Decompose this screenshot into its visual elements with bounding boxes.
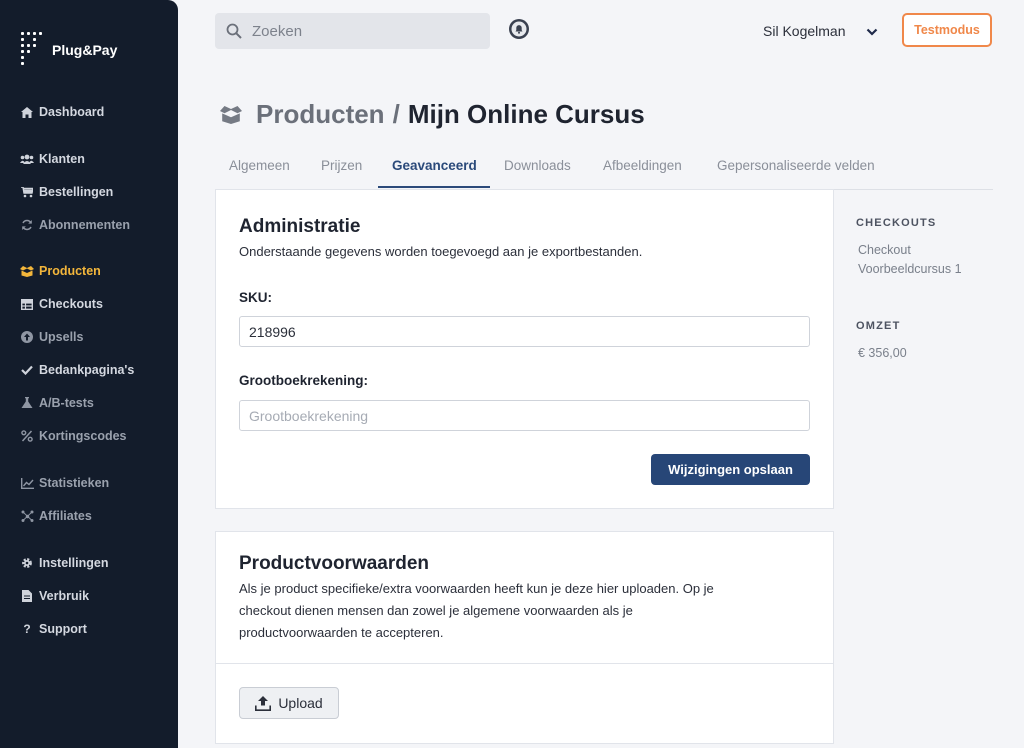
search-icon: [226, 23, 242, 39]
tab-gepersonaliseerde-velden[interactable]: Gepersonaliseerde velden: [717, 158, 875, 173]
divider: [216, 663, 833, 664]
description-line: productvoorwaarden te accepteren.: [239, 625, 444, 640]
description-line: Als je product specifieke/extra voorwaar…: [239, 581, 714, 596]
upload-button[interactable]: Upload: [239, 687, 339, 719]
sidebar-item-label: Klanten: [39, 152, 85, 166]
sku-field[interactable]: [239, 316, 810, 347]
tab-algemeen[interactable]: Algemeen: [229, 158, 290, 173]
administratie-card: Administratie Onderstaande gegevens word…: [215, 189, 834, 509]
sku-label: SKU:: [239, 290, 272, 305]
sidebar-item-ab-tests[interactable]: A/B-tests: [20, 396, 94, 410]
sidebar-item-label: Dashboard: [39, 105, 105, 119]
refresh-icon: [20, 218, 34, 232]
product-title: Mijn Online Cursus: [407, 99, 645, 129]
sidebar-item-verbruik[interactable]: Verbruik: [20, 589, 89, 603]
omzet-heading: OMZET: [856, 320, 901, 332]
logo-icon: [21, 32, 45, 68]
user-name[interactable]: Sil Kogelman: [763, 23, 846, 39]
cart-icon: [20, 185, 34, 199]
percent-icon: [20, 429, 34, 443]
sidebar-item-kortingscodes[interactable]: Kortingscodes: [20, 429, 127, 443]
sidebar-item-dashboard[interactable]: Dashboard: [20, 105, 104, 119]
sidebar-item-label: Bestellingen: [39, 185, 114, 199]
sidebar-item-bestellingen[interactable]: Bestellingen: [20, 185, 113, 199]
sidebar-item-klanten[interactable]: Klanten: [20, 152, 85, 166]
sidebar-item-checkouts[interactable]: Checkouts: [20, 297, 103, 311]
sidebar-item-instellingen[interactable]: Instellingen: [20, 556, 108, 570]
users-icon: [20, 152, 34, 166]
sidebar-item-label: Producten: [39, 264, 101, 278]
section-title: Productvoorwaarden: [239, 553, 430, 574]
tab-bar: Algemeen Prijzen Geavanceerd Downloads A…: [215, 148, 993, 190]
sidebar-item-label: Verbruik: [39, 589, 90, 603]
tab-afbeeldingen[interactable]: Afbeeldingen: [603, 158, 682, 173]
search-input[interactable]: [250, 21, 474, 41]
tab-geavanceerd[interactable]: Geavanceerd: [392, 158, 477, 173]
box-icon: [220, 105, 242, 124]
box-icon: [20, 264, 34, 278]
upload-icon: [255, 695, 272, 711]
sidebar-item-statistieken[interactable]: Statistieken: [20, 476, 109, 490]
sidebar-item-label: Affiliates: [39, 509, 92, 523]
description-line: checkout dienen mensen dan zowel je alge…: [239, 603, 633, 618]
checkouts-heading: CHECKOUTS: [856, 217, 937, 229]
sidebar-item-label: A/B-tests: [39, 396, 94, 410]
app-name: Plug&Pay: [52, 42, 118, 58]
arrow-circle-icon: [20, 330, 34, 344]
checkout-link[interactable]: Checkout Voorbeeldcursus 1: [858, 241, 962, 279]
breadcrumb-separator: /: [392, 99, 400, 129]
omzet-value: € 356,00: [858, 346, 907, 360]
productvoorwaarden-card: Productvoorwaarden Als je product specif…: [215, 531, 834, 744]
search-box[interactable]: [215, 13, 490, 49]
section-description: Als je product specifieke/extra voorwaar…: [239, 578, 714, 644]
active-tab-indicator: [378, 186, 490, 188]
sidebar-item-producten[interactable]: Producten: [20, 264, 101, 278]
section-description: Onderstaande gegevens worden toegevoegd …: [239, 244, 643, 259]
sidebar-item-label: Kortingscodes: [39, 429, 127, 443]
chart-icon: [20, 476, 34, 490]
sidebar-item-label: Upsells: [39, 330, 84, 344]
check-icon: [20, 363, 34, 377]
breadcrumb-parent[interactable]: Producten: [256, 99, 385, 130]
sidebar-item-label: Abonnementen: [39, 218, 130, 232]
checkout-line: Voorbeeldcursus 1: [858, 262, 962, 276]
page-title: Producten / Mijn Online Cursus: [220, 99, 645, 130]
sidebar-item-abonnementen[interactable]: Abonnementen: [20, 218, 130, 232]
tab-downloads[interactable]: Downloads: [504, 158, 571, 173]
sidebar-item-label: Instellingen: [39, 556, 109, 570]
table-icon: [20, 297, 34, 311]
file-icon: [20, 589, 34, 603]
sidebar-item-bedankpaginas[interactable]: Bedankpagina's: [20, 363, 134, 377]
sidebar-item-upsells[interactable]: Upsells: [20, 330, 83, 344]
gear-icon: [20, 556, 34, 570]
test-mode-button[interactable]: Testmodus: [902, 13, 992, 47]
sidebar-item-affiliates[interactable]: Affiliates: [20, 509, 92, 523]
sidebar-item-label: Statistieken: [39, 476, 110, 490]
sidebar-item-label: Support: [39, 622, 87, 636]
app-logo[interactable]: Plug&Pay: [21, 32, 117, 68]
tab-prijzen[interactable]: Prijzen: [321, 158, 362, 173]
sidebar-item-support[interactable]: ? Support: [20, 622, 87, 636]
ledger-field[interactable]: [239, 400, 810, 431]
sidebar-item-label: Bedankpagina's: [39, 363, 135, 377]
sidebar-item-label: Checkouts: [39, 297, 103, 311]
upload-label: Upload: [278, 695, 323, 711]
question-icon: ?: [23, 622, 31, 636]
sidebar: Plug&Pay Dashboard Klanten Bestellingen …: [0, 0, 178, 748]
save-changes-button[interactable]: Wijzigingen opslaan: [651, 454, 810, 485]
ledger-label: Grootboekrekening:: [239, 373, 369, 388]
chevron-down-icon[interactable]: [866, 27, 878, 37]
home-icon: [20, 105, 34, 119]
checkout-line: Checkout: [858, 243, 911, 257]
network-icon: [20, 509, 34, 523]
section-title: Administratie: [239, 216, 361, 237]
notification-bell-icon[interactable]: [508, 18, 530, 40]
flask-icon: [20, 396, 34, 410]
